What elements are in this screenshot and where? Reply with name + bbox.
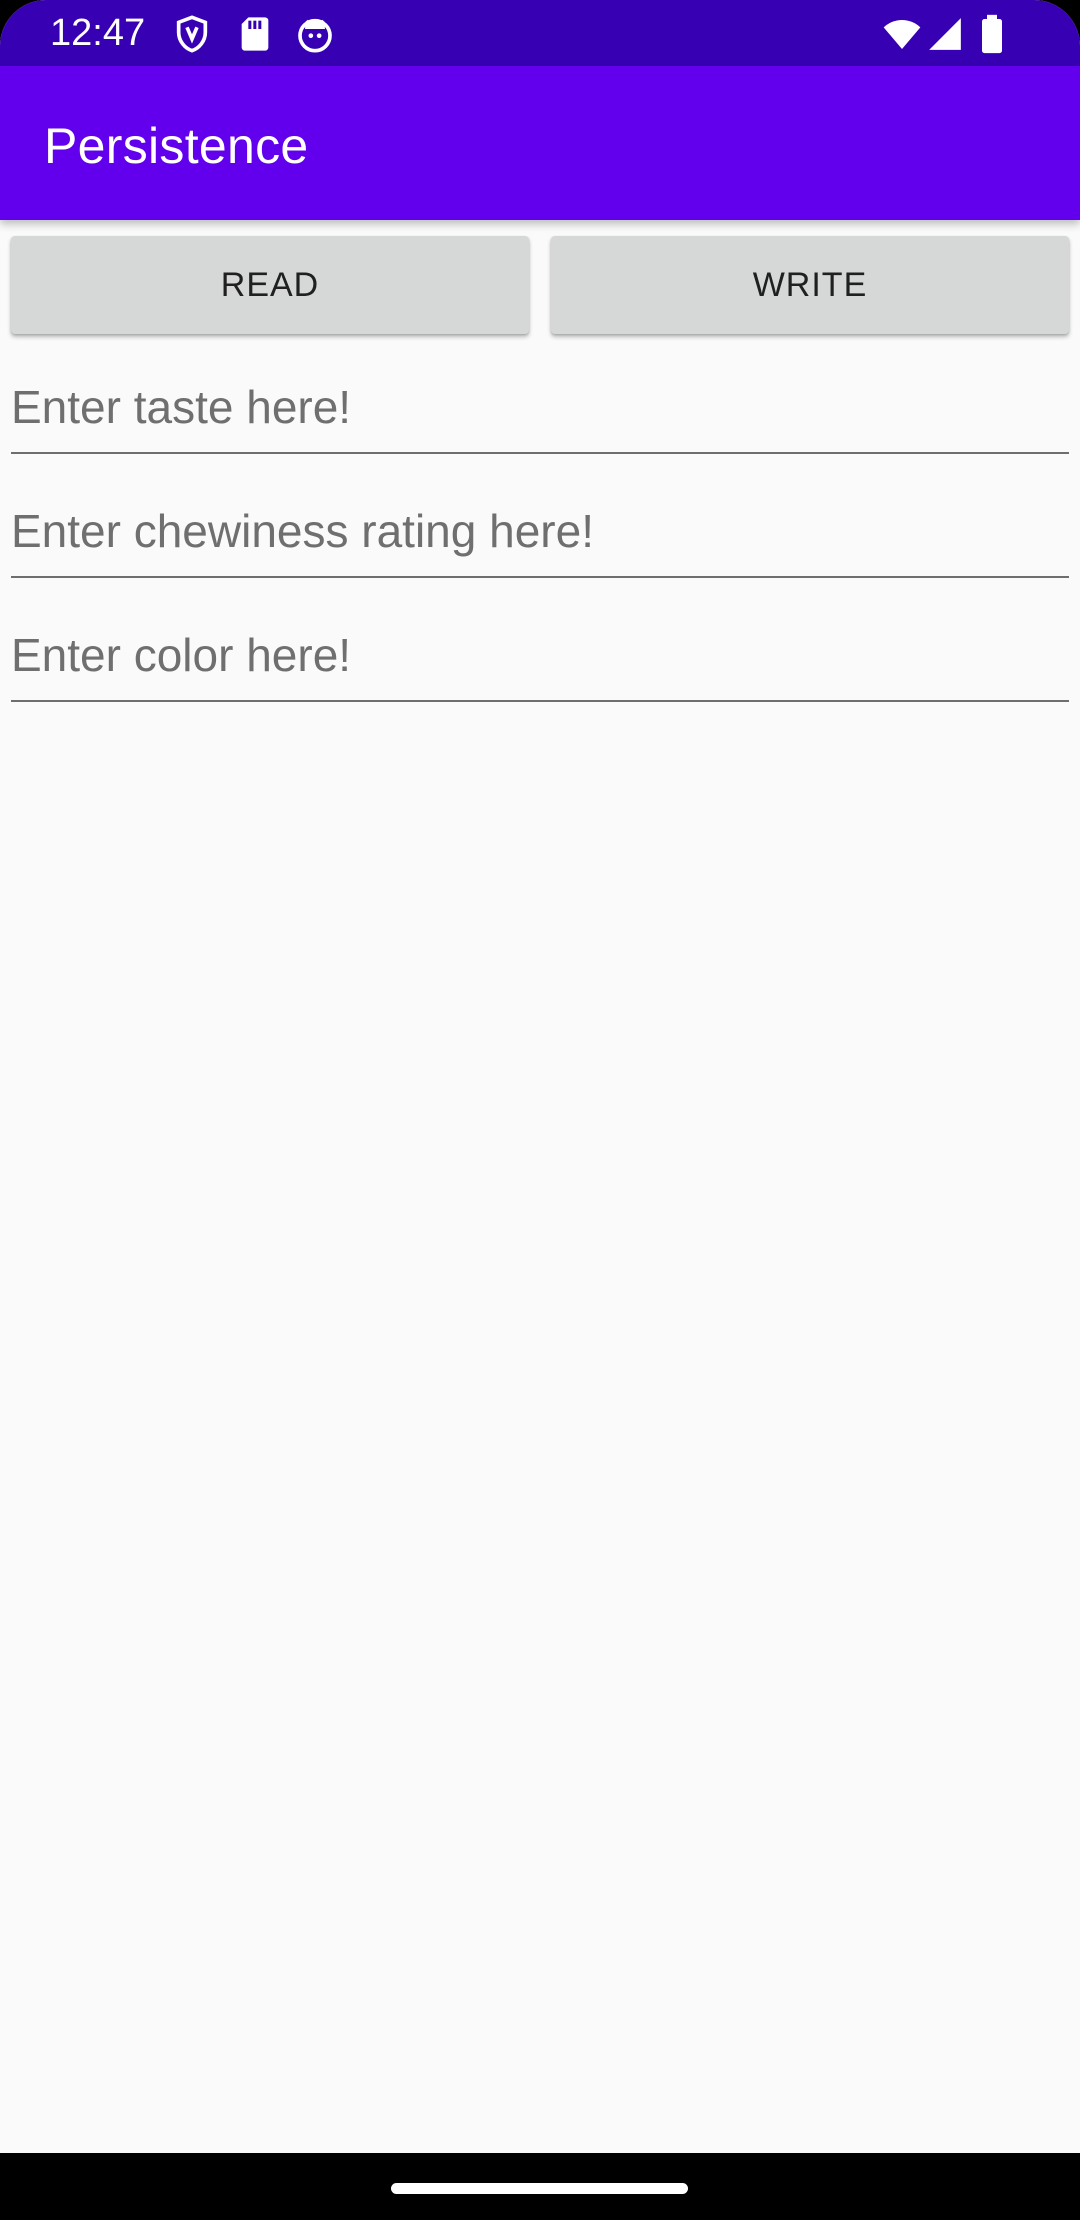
taste-field-container <box>11 362 1069 454</box>
home-gesture-handle[interactable] <box>391 2183 688 2194</box>
color-field-container <box>11 610 1069 702</box>
write-button[interactable]: WRITE <box>551 236 1069 334</box>
wifi-icon <box>880 14 924 54</box>
taste-input[interactable] <box>11 362 1069 452</box>
app-screen: 12:47 Persistence READ WRITE <box>0 0 1080 2220</box>
sd-card-icon <box>235 14 275 54</box>
android-debug-icon <box>295 14 335 54</box>
status-bar: 12:47 <box>0 0 1080 66</box>
shield-icon <box>172 14 212 54</box>
cell-signal-icon <box>926 14 964 54</box>
chewiness-field-container <box>11 486 1069 578</box>
color-input[interactable] <box>11 610 1069 700</box>
navigation-bar <box>0 2153 1080 2220</box>
app-title: Persistence <box>44 118 309 174</box>
app-bar: Persistence <box>0 66 1080 220</box>
read-button[interactable]: READ <box>11 236 529 334</box>
chewiness-input[interactable] <box>11 486 1069 576</box>
status-time: 12:47 <box>50 12 146 54</box>
battery-icon <box>978 14 1006 54</box>
